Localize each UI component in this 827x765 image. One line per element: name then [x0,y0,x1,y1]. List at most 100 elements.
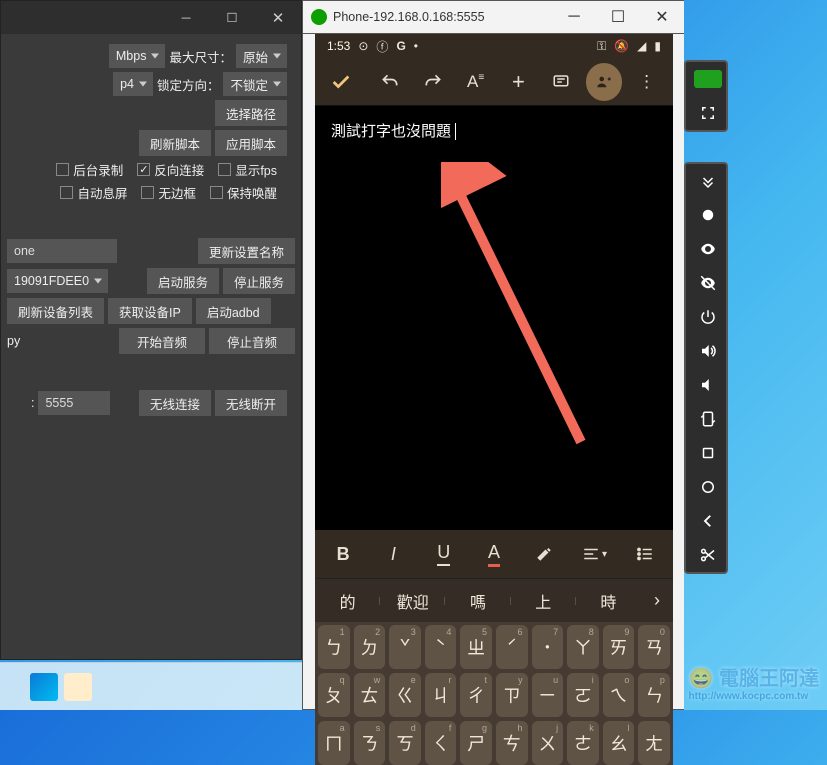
sugg-1[interactable]: 歡迎 [380,589,445,613]
home-button[interactable] [686,470,730,504]
wifi-connect-button[interactable]: 无线连接 [139,390,211,416]
stop-service-button[interactable]: 停止服务 [223,268,295,294]
phone-maximize-button[interactable]: ☐ [596,1,640,34]
key-ㄍ[interactable]: ㄍe [389,673,421,717]
highlight-button[interactable] [520,534,568,574]
key-ㄟ[interactable]: ㄟo [603,673,635,717]
start-service-button[interactable]: 启动服务 [147,268,219,294]
refresh-list-button[interactable]: 刷新设备列表 [7,298,104,324]
choose-path-button[interactable]: 选择路径 [215,100,287,126]
key-ㄜ[interactable]: ㄜk [567,721,599,765]
get-ip-button[interactable]: 获取设备IP [108,298,192,324]
close-button[interactable]: ✕ [255,1,301,34]
port-input[interactable] [45,396,103,410]
taskbar-app-icon[interactable] [64,673,92,701]
sugg-4[interactable]: 時 [576,589,641,613]
key-ㄆ[interactable]: ㄆq [318,673,350,717]
lock-orient-combo[interactable]: 不锁定 [223,72,287,96]
windows-taskbar[interactable] [0,662,302,710]
auto-sleep-checkbox[interactable]: 自动息屏 [60,183,127,202]
key-ㄘ[interactable]: ㄘh [496,721,528,765]
key-ˋ[interactable]: ˋ4 [425,625,457,669]
key-ˇ[interactable]: ˇ3 [389,625,421,669]
key-ㄇ[interactable]: ㄇa [318,721,350,765]
key-ㄐ[interactable]: ㄐr [425,673,457,717]
apply-script-button[interactable]: 应用脚本 [215,130,287,156]
align-button[interactable]: ▾ [570,534,618,574]
hide-button[interactable] [686,266,730,300]
volume-up-button[interactable] [686,334,730,368]
sugg-2[interactable]: 嗎 [445,589,510,613]
key-ㄛ[interactable]: ㄛi [567,673,599,717]
bitrate-unit-combo[interactable]: Mbps [109,44,166,68]
start-audio-button[interactable]: 开始音频 [119,328,205,354]
start-adbd-button[interactable]: 启动adbd [196,298,271,324]
app-switch-button[interactable] [686,436,730,470]
key-ㄓ[interactable]: ㄓ5 [460,625,492,669]
show-button[interactable] [686,232,730,266]
bold-button[interactable]: B [319,534,367,574]
key-ˊ[interactable]: ˊ6 [496,625,528,669]
back-button[interactable] [686,504,730,538]
reverse-checkbox[interactable]: ✓反向连接 [137,160,204,179]
key-ㄚ[interactable]: ㄚ8 [567,625,599,669]
key-ㄞ[interactable]: ㄞ9 [603,625,635,669]
phone-minimize-button[interactable]: ─ [552,1,596,34]
stop-audio-button[interactable]: 停止音频 [209,328,295,354]
no-border-checkbox[interactable]: 无边框 [141,183,196,202]
expand-down-button[interactable] [686,164,730,198]
side-green-button[interactable] [686,62,728,96]
text-color-button[interactable]: A [470,534,518,574]
device-name-input[interactable] [14,244,110,258]
overflow-menu-button[interactable]: ⋮ [628,63,665,101]
key-ㄠ[interactable]: ㄠl [603,721,635,765]
underline-button[interactable]: U [420,534,468,574]
sugg-expand-icon[interactable]: › [641,590,673,611]
minimize-button[interactable]: ─ [163,1,209,34]
key-ㄎ[interactable]: ㄎd [389,721,421,765]
sugg-0[interactable]: 的 [315,589,380,613]
key-ㄑ[interactable]: ㄑf [425,721,457,765]
text-format-button[interactable]: A≡ [457,63,494,101]
show-fps-checkbox[interactable]: 显示fps [218,160,277,179]
sugg-3[interactable]: 上 [511,589,576,613]
key-ㄗ[interactable]: ㄗy [496,673,528,717]
key-ㄕ[interactable]: ㄕg [460,721,492,765]
key-ㄋ[interactable]: ㄋs [354,721,386,765]
maximize-button[interactable]: ☐ [209,1,255,34]
update-name-button[interactable]: 更新设置名称 [198,238,295,264]
bg-record-checkbox[interactable]: 后台录制 [56,160,123,179]
key-ㄣ[interactable]: ㄣp [638,673,670,717]
power-button[interactable] [686,300,730,334]
insert-button[interactable]: + [500,63,537,101]
refresh-script-button[interactable]: 刷新脚本 [139,130,211,156]
key-ㄨ[interactable]: ㄨj [532,721,564,765]
redo-button[interactable] [415,63,452,101]
doc-body[interactable]: 測試打字也沒問題 [315,106,673,530]
key-ㄤ[interactable]: ㄤ [638,721,670,765]
serial-combo[interactable]: 19091FDEE0 [7,269,108,293]
italic-button[interactable]: I [369,534,417,574]
taskbar-start-icon[interactable] [30,673,58,701]
list-button[interactable] [621,534,669,574]
record-button[interactable] [686,198,730,232]
phone-close-button[interactable]: ✕ [640,1,684,34]
undo-button[interactable] [372,63,409,101]
format-combo[interactable]: p4 [113,72,153,96]
key-ㄔ[interactable]: ㄔt [460,673,492,717]
max-size-combo[interactable]: 原始 [236,44,287,68]
key-ㄉ[interactable]: ㄉ2 [354,625,386,669]
doc-done-button[interactable] [323,63,360,101]
key-ㄢ[interactable]: ㄢ0 [638,625,670,669]
comment-button[interactable] [543,63,580,101]
rotate-button[interactable] [686,402,730,436]
keep-awake-checkbox[interactable]: 保持唤醒 [210,183,277,202]
fullscreen-button[interactable] [686,96,728,130]
key-ㄅ[interactable]: ㄅ1 [318,625,350,669]
screenshot-scissors-button[interactable] [686,538,730,572]
key-˙[interactable]: ˙7 [532,625,564,669]
key-ㄊ[interactable]: ㄊw [354,673,386,717]
volume-down-button[interactable] [686,368,730,402]
wifi-disconnect-button[interactable]: 无线断开 [215,390,287,416]
key-ㄧ[interactable]: ㄧu [532,673,564,717]
